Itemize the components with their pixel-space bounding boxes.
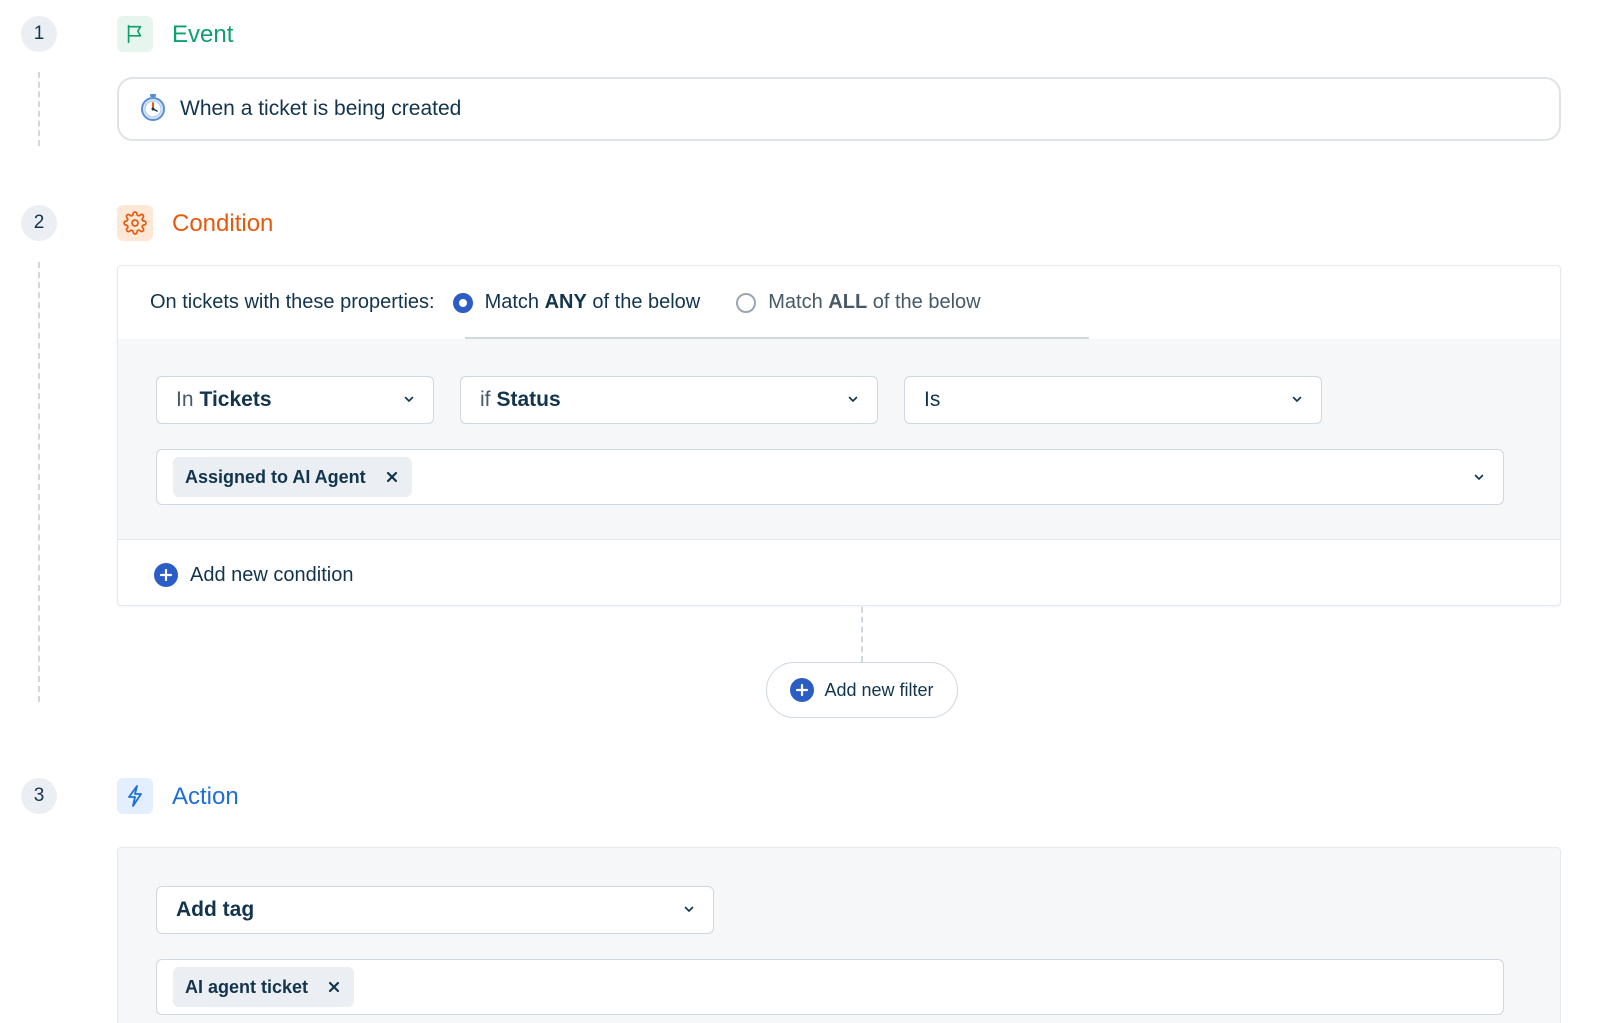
stopwatch-icon <box>138 92 168 127</box>
plus-icon <box>154 563 178 587</box>
status-value-multiselect[interactable]: Assigned to AI Agent <box>156 449 1504 505</box>
close-icon[interactable] <box>384 469 400 485</box>
filter-connector <box>861 607 863 662</box>
add-condition-button[interactable]: Add new condition <box>154 563 353 587</box>
step-number-1: 1 <box>21 16 57 52</box>
field-select-value: Status <box>496 388 561 411</box>
match-all-label: Match ALL of the below <box>768 291 981 313</box>
condition-card: On tickets with these properties: Match … <box>117 265 1561 606</box>
action-select-value: Add tag <box>176 898 255 921</box>
chevron-down-icon <box>848 396 858 402</box>
tag-chip-label: AI agent ticket <box>185 976 309 997</box>
condition-lead-text: On tickets with these properties: <box>150 291 435 313</box>
add-filter-button[interactable]: Add new filter <box>766 662 958 718</box>
close-icon[interactable] <box>326 979 342 995</box>
condition-row: In Tickets if Status Is Assigned to AI A… <box>118 339 1560 540</box>
action-select[interactable]: Add tag <box>156 886 714 934</box>
step-title-action: Action <box>172 783 239 810</box>
tag-multiselect[interactable]: AI agent ticket <box>156 959 1504 1015</box>
match-any-radio[interactable]: Match ANY of the below <box>452 291 701 314</box>
gear-icon <box>117 205 153 241</box>
value-chip: Assigned to AI Agent <box>173 457 412 497</box>
action-card: Add tag AI agent ticket <box>117 847 1561 1023</box>
flag-icon <box>117 16 153 52</box>
step-title-event: Event <box>172 21 234 48</box>
chevron-down-icon <box>684 906 694 912</box>
radio-unselected-icon <box>736 292 757 313</box>
match-any-label: Match ANY of the below <box>484 291 701 313</box>
plus-icon <box>790 678 815 702</box>
step-connector-2 <box>38 262 40 702</box>
step-number-3: 3 <box>21 778 57 814</box>
event-text: When a ticket is being created <box>180 97 462 120</box>
operator-select-value: Is <box>924 388 941 411</box>
add-filter-label: Add new filter <box>824 679 934 700</box>
chevron-down-icon <box>404 396 414 402</box>
field-select-prefix: if <box>480 388 491 411</box>
value-chip-label: Assigned to AI Agent <box>185 466 366 487</box>
step-title-condition: Condition <box>172 210 274 237</box>
chevron-down-icon <box>1474 474 1484 480</box>
event-trigger-box[interactable]: When a ticket is being created <box>117 77 1561 141</box>
condition-match-header: On tickets with these properties: Match … <box>118 266 1560 339</box>
tag-chip: AI agent ticket <box>173 967 355 1007</box>
radio-selected-icon <box>452 292 473 313</box>
lightning-icon <box>117 778 153 814</box>
operator-select[interactable]: Is <box>904 376 1322 424</box>
add-condition-label: Add new condition <box>190 563 354 586</box>
step-number-2: 2 <box>21 205 57 241</box>
step-connector-1 <box>38 72 40 146</box>
match-all-radio[interactable]: Match ALL of the below <box>736 291 981 314</box>
in-select-value: Tickets <box>199 388 272 411</box>
in-select[interactable]: In Tickets <box>156 376 434 424</box>
in-select-prefix: In <box>176 388 194 411</box>
field-select[interactable]: if Status <box>460 376 878 424</box>
chevron-down-icon <box>1292 396 1302 402</box>
